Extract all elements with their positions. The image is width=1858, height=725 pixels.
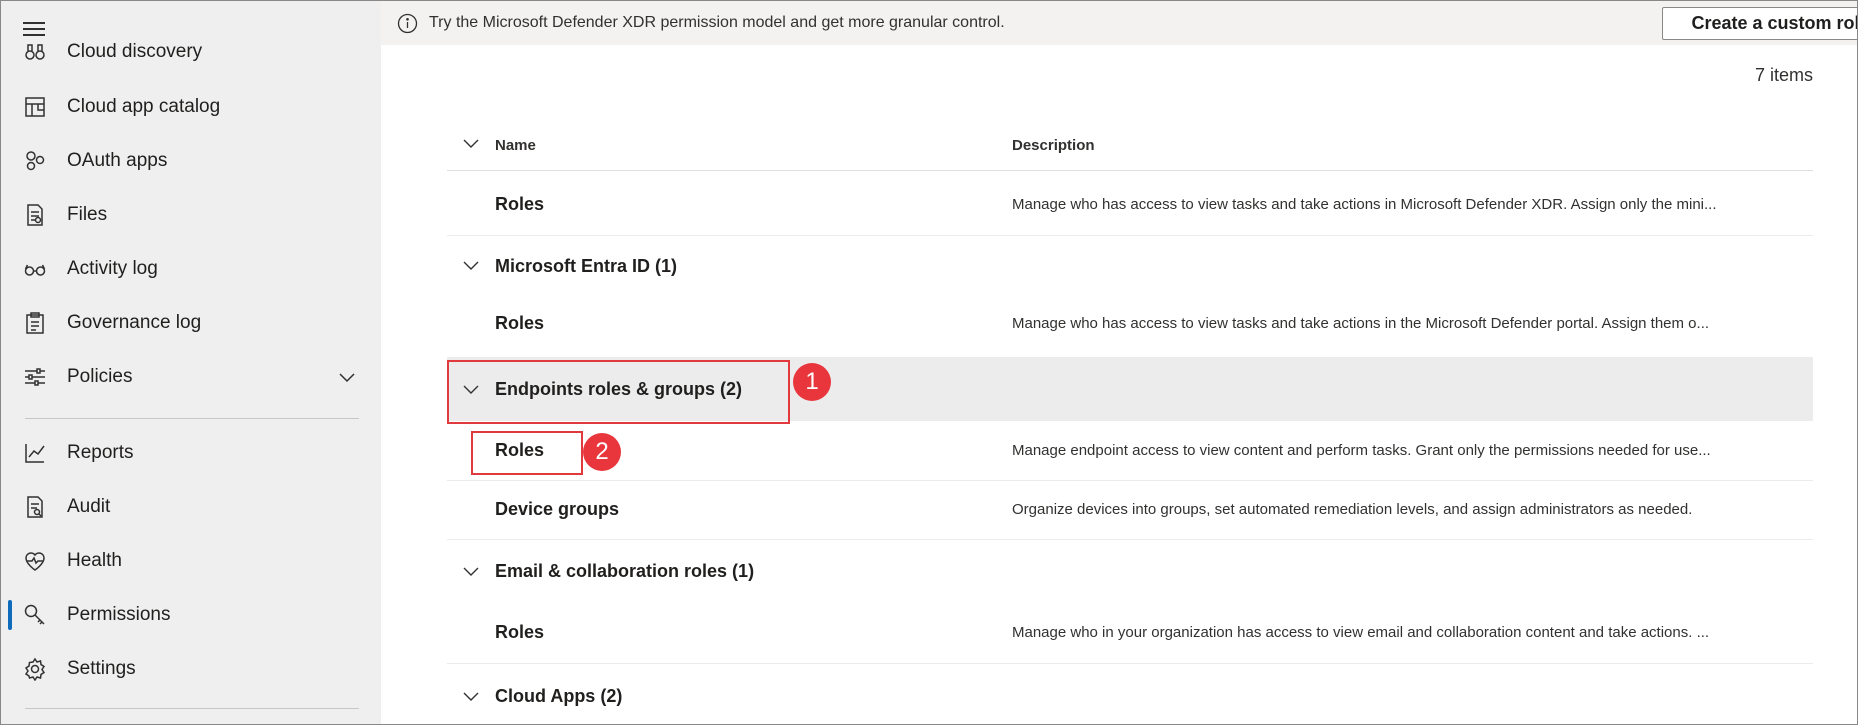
app-window: Cloud discovery Cloud app catalog OAuth …	[0, 0, 1858, 725]
items-count: 7 items	[1754, 65, 1813, 85]
line-chart-icon	[23, 441, 47, 465]
sidebar-item-cloud-discovery[interactable]: Cloud discovery	[1, 25, 381, 67]
sidebar-item-settings[interactable]: Settings	[1, 642, 381, 696]
sidebar-item-label: Policies	[67, 366, 133, 387]
sidebar-item-activity-log[interactable]: Activity log	[1, 242, 381, 296]
sidebar-item-label: Files	[67, 204, 108, 225]
sidebar-divider	[25, 708, 359, 709]
annotation-box-2	[471, 431, 583, 475]
sidebar-clip: Cloud discovery	[1, 1, 381, 67]
sidebar-item-oauth-apps[interactable]: OAuth apps	[1, 134, 381, 188]
table-header: Name Description	[447, 117, 1813, 171]
group-header-email-collaboration[interactable]: Email & collaboration roles (1)	[447, 540, 1813, 602]
banner-message: Try the Microsoft Defender XDR permissio…	[429, 14, 1005, 31]
sidebar-item-label: Reports	[67, 442, 134, 463]
annotation-box-1	[447, 360, 790, 424]
group-header-entra-id[interactable]: Microsoft Entra ID (1)	[447, 236, 1813, 294]
binoculars-icon	[23, 40, 47, 64]
chevron-down-icon[interactable]	[337, 367, 357, 387]
row-name[interactable]: Roles	[495, 313, 544, 334]
audit-icon	[23, 495, 47, 519]
sidebar-item-label: Governance log	[67, 312, 202, 333]
sidebar-item-label: Settings	[67, 658, 136, 679]
sidebar-item-label: Permissions	[67, 604, 171, 625]
row-description: Manage endpoint access to view content a…	[1012, 442, 1711, 459]
sidebar-item-permissions[interactable]: Permissions	[1, 588, 381, 642]
sidebar-item-health[interactable]: Health	[1, 534, 381, 588]
collapse-all-chevron-icon[interactable]	[461, 133, 481, 153]
file-icon	[23, 203, 47, 227]
sliders-icon	[23, 365, 47, 389]
sidebar-divider	[25, 418, 359, 419]
annotation-badge-1: 1	[793, 363, 831, 401]
table-row[interactable]: Roles Manage who in your organization ha…	[447, 602, 1813, 664]
sidebar: Cloud discovery Cloud app catalog OAuth …	[1, 1, 381, 724]
sidebar-item-label: OAuth apps	[67, 150, 168, 171]
sidebar-item-label: Cloud discovery	[67, 41, 203, 62]
chevron-down-icon[interactable]	[461, 561, 481, 581]
sidebar-item-policies[interactable]: Policies	[1, 350, 381, 404]
row-description: Organize devices into groups, set automa…	[1012, 501, 1693, 518]
annotation-badge-2: 2	[583, 433, 621, 471]
heart-icon	[23, 549, 47, 573]
row-name[interactable]: Roles	[495, 194, 544, 215]
table-row[interactable]: Roles Manage endpoint access to view con…	[447, 421, 1813, 481]
column-header-name[interactable]: Name	[495, 137, 536, 154]
sidebar-item-label: Activity log	[67, 258, 158, 279]
info-banner: Try the Microsoft Defender XDR permissio…	[381, 1, 1857, 45]
gear-icon	[23, 657, 47, 681]
table-row[interactable]: Roles Manage who has access to view task…	[447, 294, 1813, 357]
row-description: Manage who in your organization has acce…	[1012, 624, 1710, 641]
key-icon	[23, 603, 47, 627]
app-catalog-icon	[23, 95, 47, 119]
table-row[interactable]: Device groups Organize devices into grou…	[447, 481, 1813, 540]
chevron-down-icon[interactable]	[461, 255, 481, 275]
group-name: Email & collaboration roles (1)	[495, 561, 755, 581]
chevron-down-icon[interactable]	[461, 686, 481, 706]
sidebar-item-label: Health	[67, 550, 122, 571]
row-name[interactable]: Device groups	[495, 499, 619, 520]
sidebar-item-label: Cloud app catalog	[67, 96, 221, 117]
row-name[interactable]: Roles	[495, 622, 544, 643]
sidebar-item-cloud-app-catalog[interactable]: Cloud app catalog	[1, 80, 381, 134]
column-header-description[interactable]: Description	[1012, 137, 1095, 154]
sidebar-item-audit[interactable]: Audit	[1, 480, 381, 534]
clipboard-icon	[23, 311, 47, 335]
group-name: Cloud Apps (2)	[495, 686, 623, 706]
group-header-cloud-apps[interactable]: Cloud Apps (2)	[447, 664, 1813, 724]
sidebar-item-label: Audit	[67, 496, 111, 517]
group-name: Microsoft Entra ID (1)	[495, 256, 678, 276]
info-icon	[397, 13, 418, 34]
table-row[interactable]: Roles Manage who has access to view task…	[447, 172, 1813, 236]
sidebar-item-reports[interactable]: Reports	[1, 426, 381, 480]
create-custom-role-button[interactable]: Create a custom role	[1662, 7, 1857, 40]
oauth-apps-icon	[23, 149, 47, 173]
sidebar-item-files[interactable]: Files	[1, 188, 381, 242]
row-description: Manage who has access to view tasks and …	[1012, 196, 1717, 213]
row-description: Manage who has access to view tasks and …	[1012, 315, 1710, 332]
sidebar-item-governance-log[interactable]: Governance log	[1, 296, 381, 350]
glasses-icon	[23, 257, 47, 281]
